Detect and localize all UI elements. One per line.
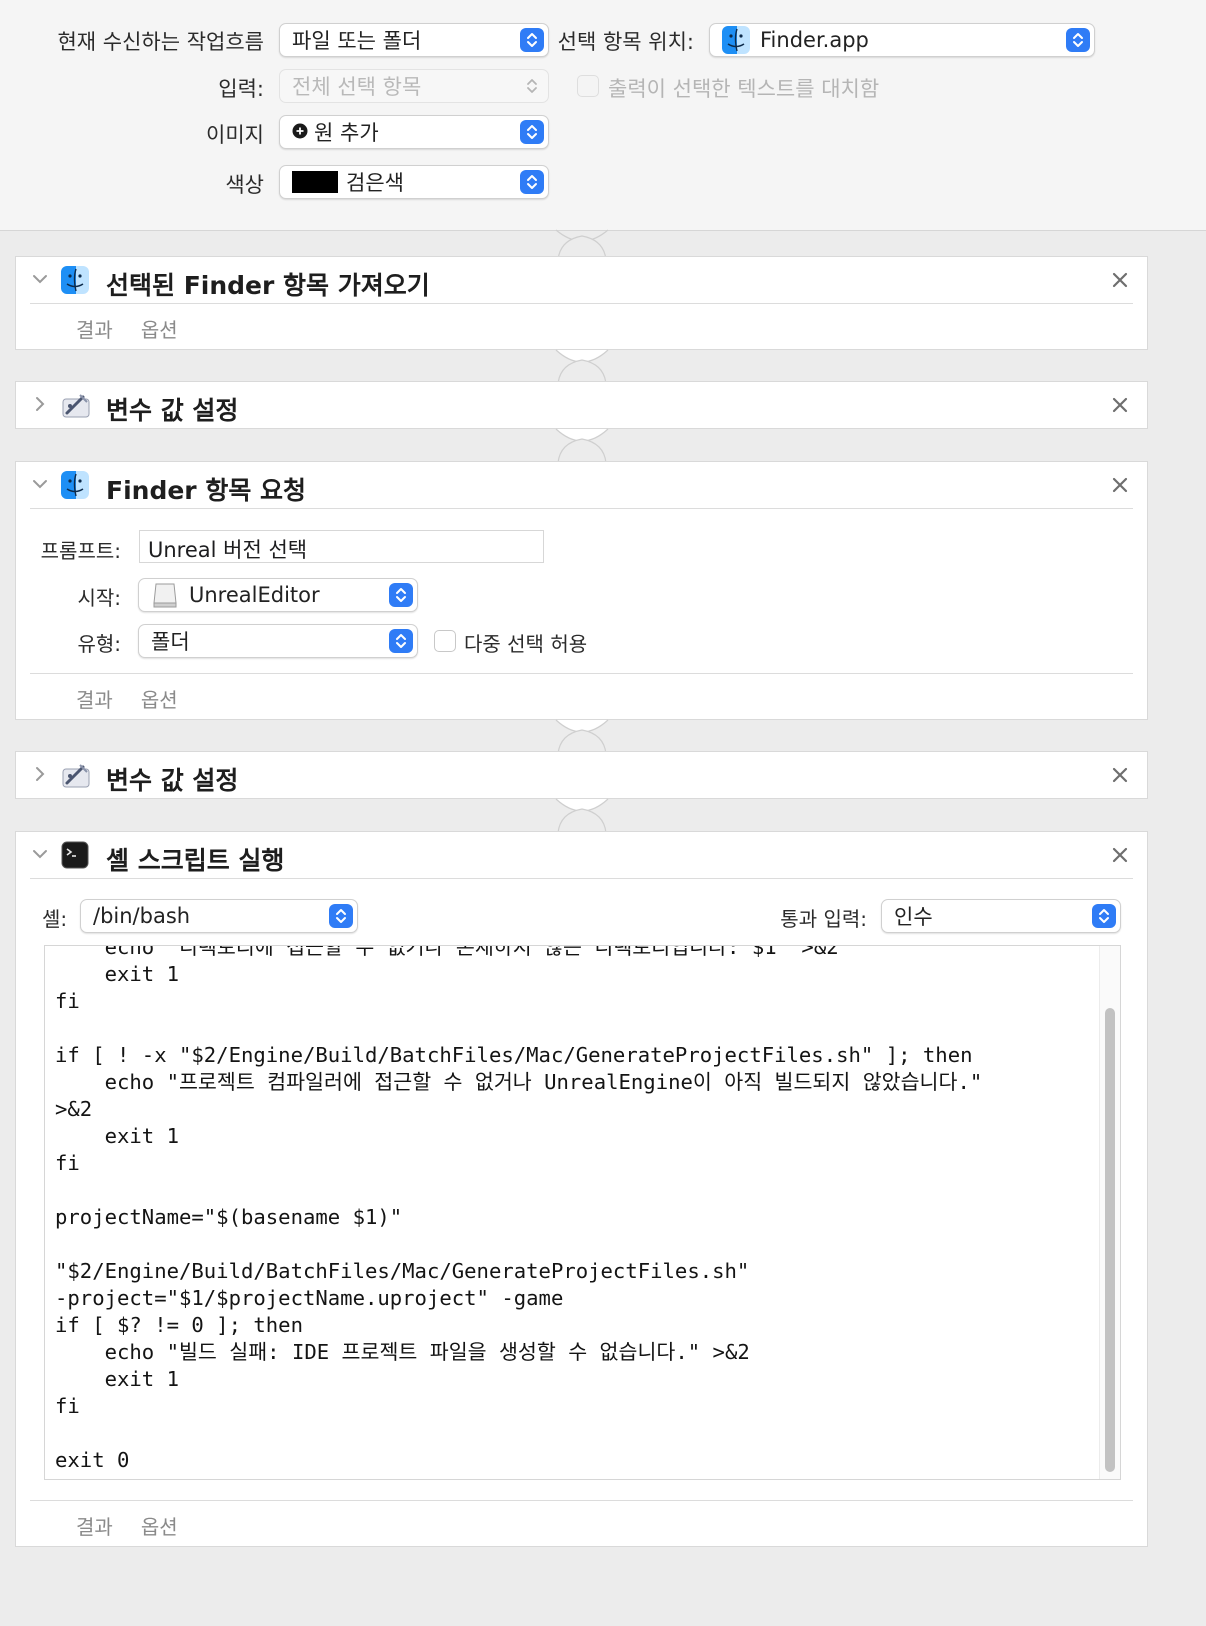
action-footer-tabs: 결과 옵션 — [76, 1511, 206, 1540]
action-title: 셸 스크립트 실행 — [106, 846, 285, 875]
close-icon[interactable] — [1111, 271, 1129, 289]
start-location-popup[interactable]: UnrealEditor — [138, 578, 418, 612]
image-value: 원 추가 — [314, 121, 379, 145]
action-title: 변수 값 설정 — [106, 396, 239, 425]
add-circle-icon — [292, 120, 308, 144]
finder-icon — [722, 26, 750, 54]
divider — [30, 878, 1133, 879]
popup-stepper-icon — [389, 629, 413, 653]
close-icon[interactable] — [1111, 396, 1129, 414]
workflow-receives-label: 현재 수신하는 작업흐름 — [57, 30, 264, 54]
chevron-right-icon[interactable] — [30, 394, 50, 414]
chevron-down-icon[interactable] — [30, 474, 50, 494]
popup-stepper-icon — [520, 170, 544, 194]
popup-stepper-icon — [520, 120, 544, 144]
action-title: 변수 값 설정 — [106, 766, 239, 795]
workflow-header: 현재 수신하는 작업흐름 파일 또는 폴더 선택 항목 위치: Finder.a… — [0, 0, 1206, 231]
drive-icon — [153, 583, 177, 608]
options-tab[interactable]: 옵션 — [141, 688, 178, 712]
script-text: echo "디렉토리에 접근할 수 없거나 존재하지 않는 디렉토리입니다: $… — [55, 945, 983, 1472]
color-swatch — [292, 171, 338, 193]
color-value: 검은색 — [346, 171, 404, 195]
finder-icon — [61, 471, 89, 499]
action-footer-tabs: 결과 옵션 — [76, 314, 206, 343]
popup-stepper-icon — [389, 583, 413, 607]
shell-popup[interactable]: /bin/bash — [80, 899, 358, 933]
color-label: 색상 — [225, 173, 264, 197]
type-popup[interactable]: 폴더 — [138, 624, 418, 658]
options-tab[interactable]: 옵션 — [141, 318, 178, 342]
action-get-finder-items: 선택된 Finder 항목 가져오기 결과 옵션 — [15, 256, 1148, 350]
popup-stepper-icon — [520, 74, 544, 98]
chevron-right-icon[interactable] — [30, 764, 50, 784]
action-title-row[interactable]: Finder 항목 요청 — [16, 462, 1147, 508]
close-icon[interactable] — [1111, 476, 1129, 494]
script-editor[interactable]: echo "디렉토리에 접근할 수 없거나 존재하지 않는 디렉토리입니다: $… — [44, 945, 1121, 1480]
popup-stepper-icon — [329, 904, 353, 928]
action-title-row[interactable]: 셸 스크립트 실행 — [16, 832, 1147, 878]
pass-input-value: 인수 — [894, 905, 933, 929]
action-title: Finder 항목 요청 — [106, 476, 307, 505]
options-tab[interactable]: 옵션 — [141, 1515, 178, 1539]
action-title: 선택된 Finder 항목 가져오기 — [106, 271, 430, 300]
action-title-row[interactable]: 변수 값 설정 — [16, 752, 1147, 798]
scrollbar-thumb[interactable] — [1105, 1008, 1115, 1472]
divider — [30, 303, 1133, 304]
image-label: 이미지 — [206, 123, 264, 147]
prompt-field[interactable]: Unreal 버전 선택 — [139, 530, 544, 563]
action-connector-icon — [555, 428, 609, 463]
input-popup[interactable]: 전체 선택 항목 — [279, 69, 549, 103]
terminal-icon — [61, 841, 89, 869]
results-tab[interactable]: 결과 — [76, 1515, 113, 1539]
location-popup[interactable]: Finder.app — [709, 23, 1095, 57]
action-title-row[interactable]: 변수 값 설정 — [16, 382, 1147, 428]
workflow-receives-value: 파일 또는 폴더 — [292, 29, 422, 53]
replace-text-checkbox[interactable] — [577, 75, 599, 97]
variable-icon — [62, 764, 90, 788]
action-set-variable-2: 변수 값 설정 — [15, 751, 1148, 799]
popup-stepper-icon — [1092, 904, 1116, 928]
replace-text-label: 출력이 선택한 텍스트를 대치함 — [608, 77, 880, 101]
popup-stepper-icon — [1066, 28, 1090, 52]
action-title-row[interactable]: 선택된 Finder 항목 가져오기 — [16, 257, 1147, 303]
type-value: 폴더 — [151, 630, 190, 654]
variable-icon — [62, 394, 90, 418]
type-label: 유형: — [77, 632, 121, 656]
prompt-label: 프롬프트: — [40, 539, 121, 563]
divider — [30, 508, 1133, 509]
image-popup[interactable]: 원 추가 — [279, 115, 549, 149]
start-location-value: UnrealEditor — [189, 583, 320, 607]
results-tab[interactable]: 결과 — [76, 318, 113, 342]
shell-value: /bin/bash — [93, 904, 191, 928]
action-ask-finder-items: Finder 항목 요청 프롬프트: Unreal 버전 선택 시작: Unre… — [15, 461, 1148, 720]
close-icon[interactable] — [1111, 846, 1129, 864]
action-connector-icon — [555, 229, 609, 260]
finder-icon — [61, 266, 89, 294]
location-value: Finder.app — [760, 28, 869, 52]
location-label: 선택 항목 위치: — [557, 30, 694, 54]
chevron-down-icon[interactable] — [30, 269, 50, 289]
multi-select-checkbox[interactable] — [434, 630, 456, 652]
input-label: 입력: — [218, 77, 264, 101]
workflow-receives-popup[interactable]: 파일 또는 폴더 — [279, 23, 549, 57]
multi-select-label: 다중 선택 허용 — [464, 632, 588, 656]
divider — [30, 1500, 1133, 1501]
divider — [30, 673, 1133, 674]
action-connector-icon — [555, 719, 609, 754]
popup-stepper-icon — [520, 28, 544, 52]
action-run-shell-script: 셸 스크립트 실행 셸: /bin/bash 통과 입력: 인수 echo "디… — [15, 831, 1148, 1547]
action-connector-icon — [555, 349, 609, 384]
pass-input-popup[interactable]: 인수 — [881, 899, 1121, 933]
action-footer-tabs: 결과 옵션 — [76, 684, 206, 713]
color-popup[interactable]: 검은색 — [279, 165, 549, 199]
close-icon[interactable] — [1111, 766, 1129, 784]
action-connector-icon — [555, 798, 609, 833]
chevron-down-icon[interactable] — [30, 844, 50, 864]
input-value: 전체 선택 항목 — [292, 75, 422, 99]
action-set-variable-1: 변수 값 설정 — [15, 381, 1148, 429]
start-label: 시작: — [77, 586, 121, 610]
shell-label: 셸: — [42, 907, 68, 931]
results-tab[interactable]: 결과 — [76, 688, 113, 712]
pass-input-label: 통과 입력: — [780, 907, 867, 931]
